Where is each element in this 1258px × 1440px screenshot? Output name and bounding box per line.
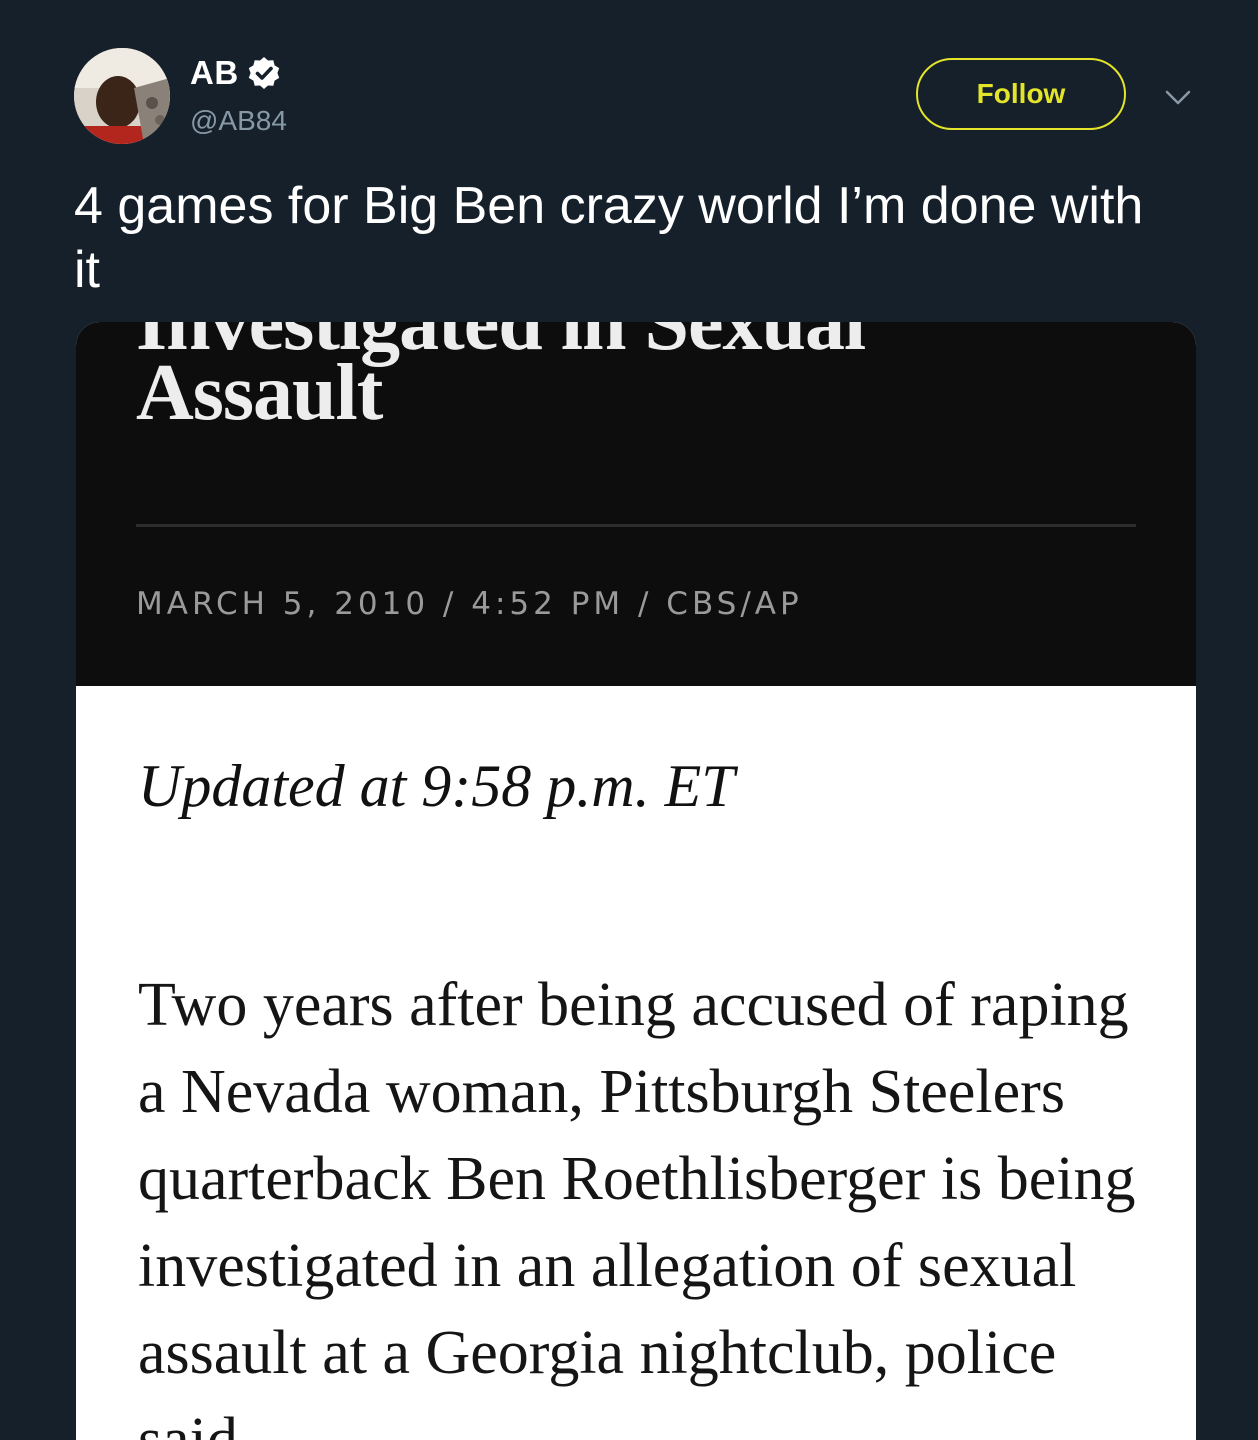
article-headline: Assault	[136, 349, 383, 437]
tweet-media-image[interactable]: Investigated in Sexual Assault MARCH 5, …	[76, 322, 1196, 1440]
article-updated-note: Updated at 9:58 p.m. ET	[138, 753, 735, 819]
article-header: Investigated in Sexual Assault MARCH 5, …	[76, 322, 1196, 686]
divider	[136, 524, 1136, 527]
follow-button[interactable]: Follow	[916, 58, 1126, 130]
verified-badge-icon	[247, 56, 281, 90]
display-name[interactable]: AB	[190, 54, 239, 92]
tweet-text: 4 games for Big Ben crazy world I’m done…	[74, 177, 1144, 299]
user-name-row[interactable]: AB	[190, 54, 281, 92]
article-dateline: MARCH 5, 2010 / 4:52 PM / CBS/AP	[136, 586, 803, 622]
chevron-down-icon[interactable]	[1160, 82, 1196, 112]
avatar-image	[74, 48, 170, 144]
article-body: Two years after being accused of raping …	[138, 971, 1136, 1440]
avatar[interactable]	[74, 48, 170, 144]
user-handle[interactable]: @AB84	[190, 105, 287, 137]
